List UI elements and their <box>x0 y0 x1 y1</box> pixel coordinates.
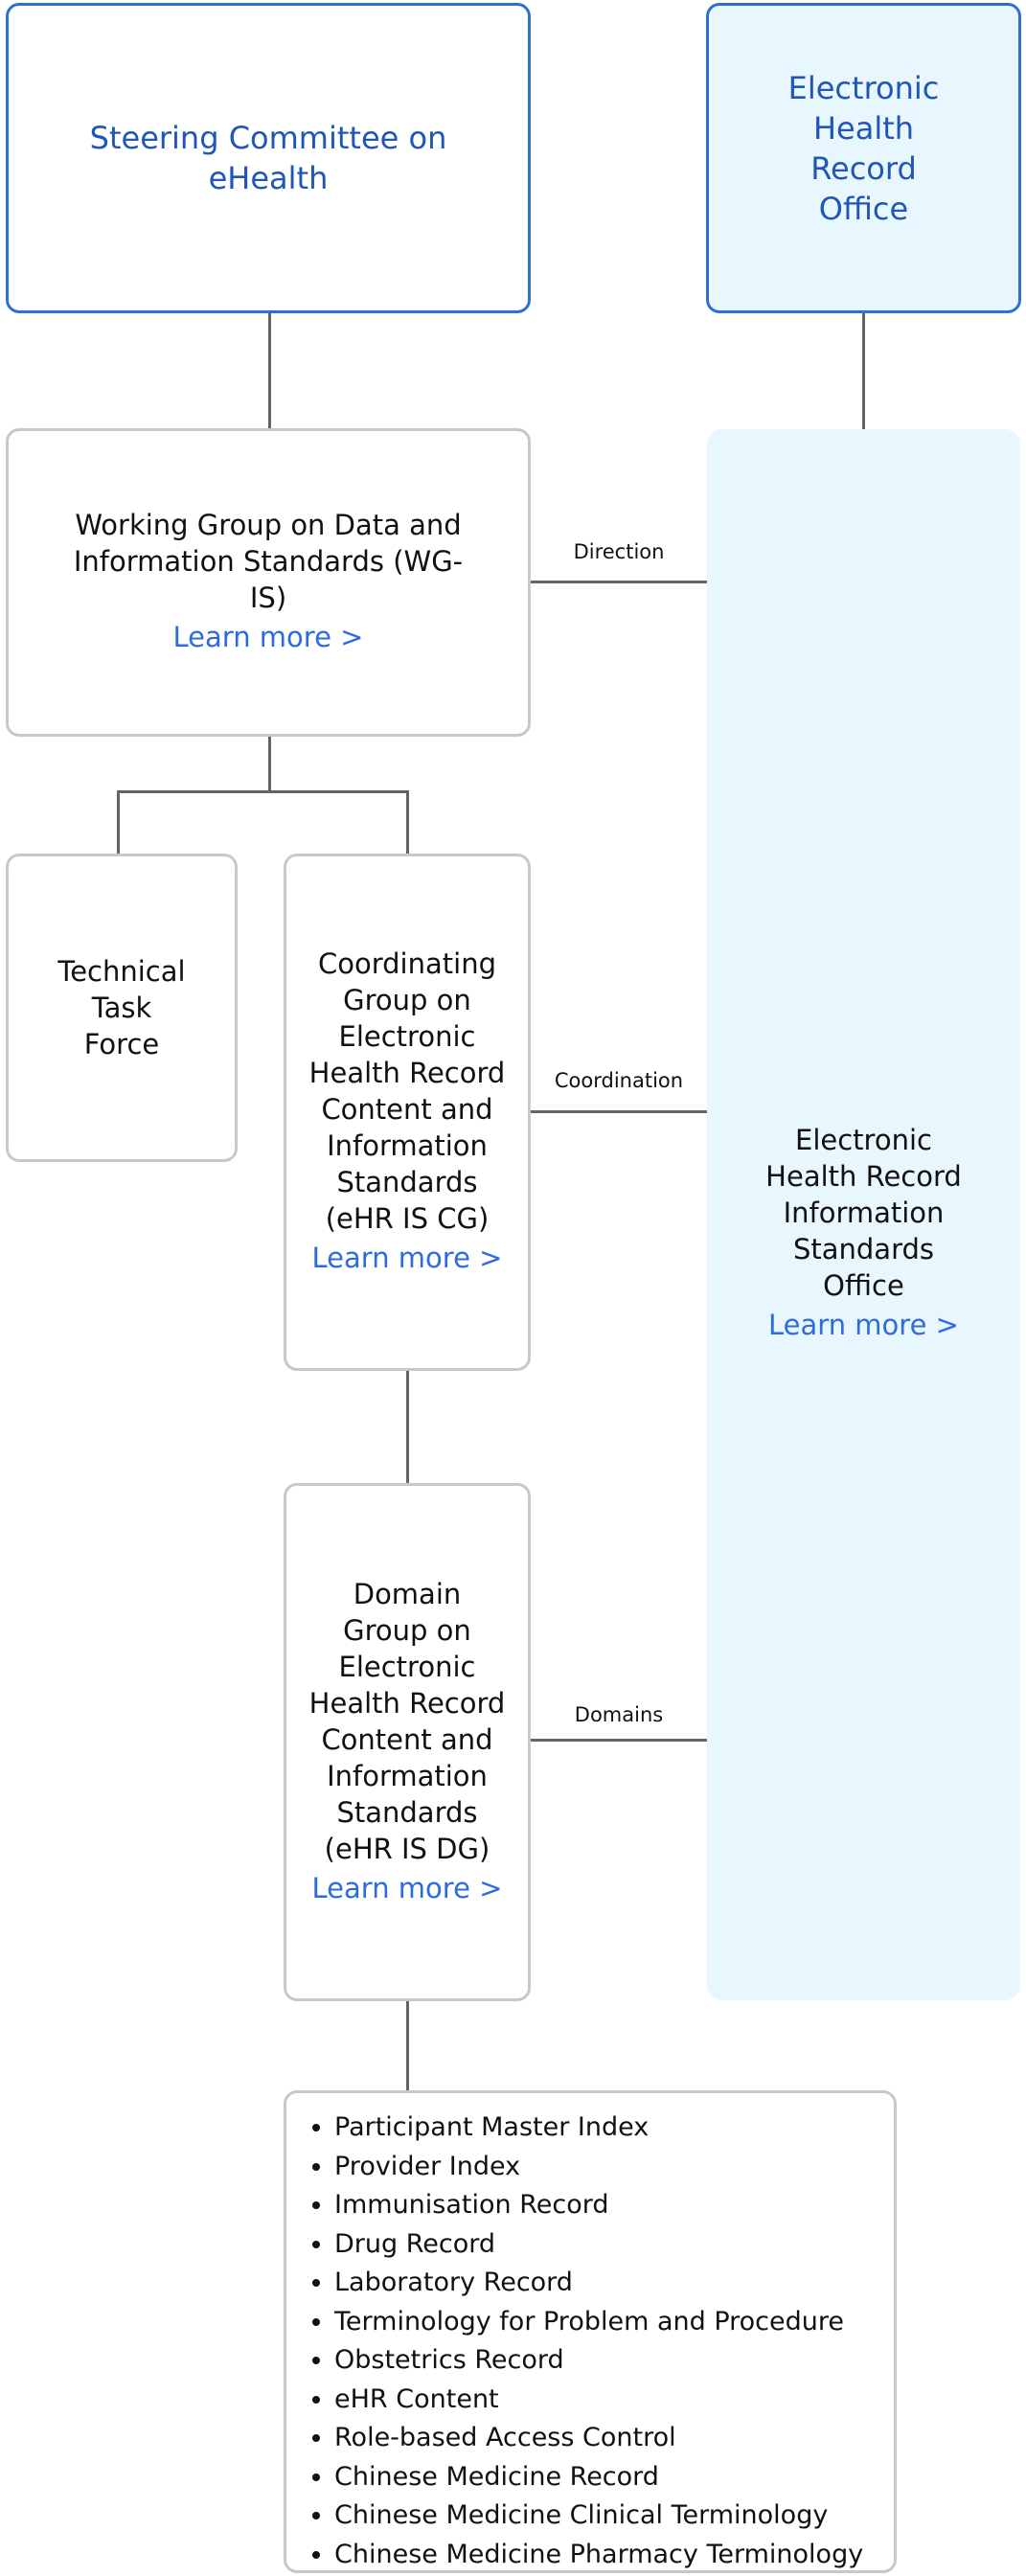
domain-item: Role-based Access Control <box>334 2419 894 2458</box>
domain-item: eHR Content <box>334 2381 894 2420</box>
domain-item: Chinese Medicine Clinical Terminology <box>334 2496 894 2536</box>
ehr-is-dg-box: Domain Group on Electronic Health Record… <box>284 1483 531 2001</box>
ehr-office-title: Electronic Health Record Office <box>787 70 940 227</box>
connector-to-cg <box>406 790 409 854</box>
domain-item: Drug Record <box>334 2225 894 2265</box>
technical-task-force-title: Technical Task Force <box>57 955 186 1060</box>
connector-ehr-office-panel <box>862 313 865 429</box>
connector-to-technical <box>117 790 120 854</box>
connector-domains <box>531 1739 707 1742</box>
domain-item: Provider Index <box>334 2148 894 2187</box>
steering-committee-box: Steering Committee on eHealth <box>6 3 531 313</box>
ehr-is-dg-title: Domain Group on Electronic Health Record… <box>308 1577 506 1865</box>
coordination-label: Coordination <box>554 1069 684 1092</box>
ehr-office-box: Electronic Health Record Office <box>706 3 1021 313</box>
domain-item: Terminology for Problem and Procedure <box>334 2303 894 2342</box>
connector-direction <box>531 581 707 583</box>
domains-label: Domains <box>574 1703 664 1726</box>
connector-steering-wgis <box>268 313 271 428</box>
connector-wgis-down <box>268 737 271 792</box>
ehr-is-dg-learn-more-link[interactable]: Learn more > <box>312 1867 503 1909</box>
domain-item: Chinese Medicine Record <box>334 2458 894 2497</box>
domain-item: Immunisation Record <box>334 2186 894 2225</box>
ehr-is-cg-title: Coordinating Group on Electronic Health … <box>308 947 506 1235</box>
ehr-iso-learn-more-link[interactable]: Learn more > <box>768 1304 959 1346</box>
wg-is-learn-more-link[interactable]: Learn more > <box>173 616 364 658</box>
ehr-iso-title: Electronic Health Record Information Sta… <box>765 1124 962 1302</box>
domains-list-box: Participant Master Index Provider Index … <box>284 2090 897 2573</box>
domains-list: Participant Master Index Provider Index … <box>286 2093 894 2574</box>
domain-item: Laboratory Record <box>334 2264 894 2303</box>
wg-is-title: Working Group on Data and Information St… <box>73 509 464 614</box>
connector-coordination <box>531 1110 707 1113</box>
connector-cg-dg <box>406 1371 409 1483</box>
ehr-iso-panel: Electronic Health Record Information Sta… <box>707 429 1020 2000</box>
domain-item: Chinese Medicine Pharmacy Terminology <box>334 2536 894 2575</box>
steering-committee-title: Steering Committee on eHealth <box>89 120 447 196</box>
connector-dg-list <box>406 2001 409 2090</box>
direction-label: Direction <box>573 540 665 563</box>
technical-task-force-box: Technical Task Force <box>6 854 238 1162</box>
ehr-is-cg-learn-more-link[interactable]: Learn more > <box>312 1237 503 1279</box>
domain-item: Participant Master Index <box>334 2109 894 2148</box>
connector-branch-horizontal <box>117 790 409 793</box>
wg-is-box: Working Group on Data and Information St… <box>6 428 531 737</box>
domain-item: Obstetrics Record <box>334 2341 894 2381</box>
ehr-is-cg-box: Coordinating Group on Electronic Health … <box>284 854 531 1371</box>
